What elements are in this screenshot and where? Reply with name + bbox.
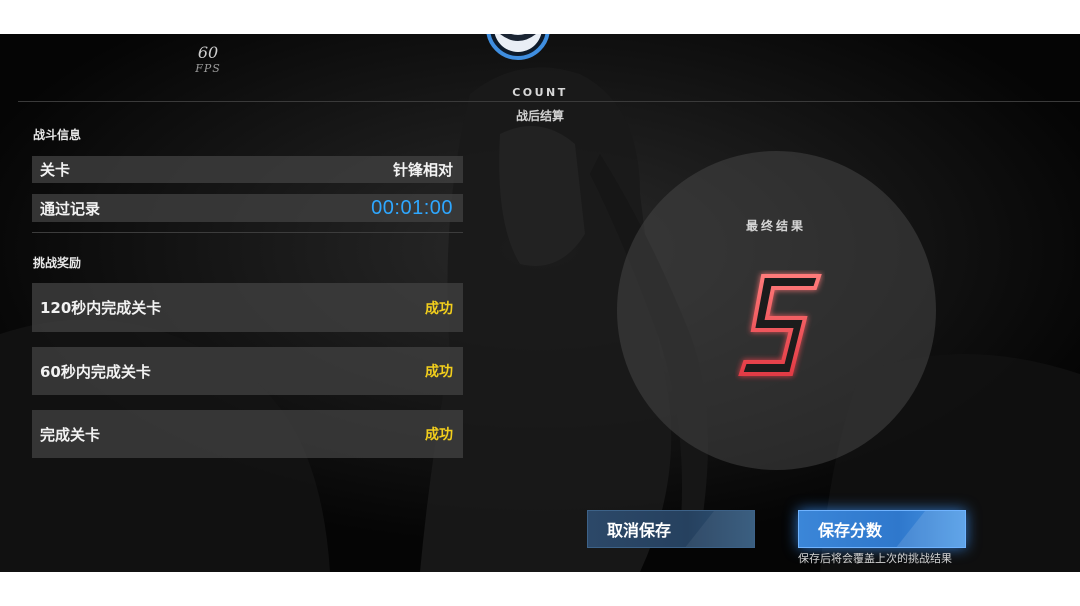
fps-value: 60 (197, 43, 219, 62)
challenge-label: 完成关卡 (40, 425, 101, 444)
fps-counter: 60 FPS (188, 43, 228, 75)
challenge-row: 60秒内完成关卡 成功 (32, 347, 463, 395)
save-note: 保存后将会覆盖上次的挑战结果 (798, 552, 952, 565)
clear-time-row: 通过记录 00:01:00 (32, 194, 463, 222)
score-digit (738, 274, 822, 376)
stage-label: 关卡 (40, 161, 71, 179)
button-decoration (896, 511, 965, 547)
emblem-icon (486, 34, 550, 60)
button-decoration (685, 511, 754, 547)
cancel-save-button[interactable]: 取消保存 (587, 510, 755, 548)
challenge-row: 完成关卡 成功 (32, 410, 463, 458)
challenge-row: 120秒内完成关卡 成功 (32, 283, 463, 332)
clear-time-label: 通过记录 (40, 199, 101, 218)
save-score-label: 保存分数 (818, 521, 883, 540)
challenge-status: 成功 (425, 300, 453, 317)
stage-value: 针锋相对 (392, 161, 453, 179)
header-divider (18, 101, 1080, 102)
challenge-label: 60秒内完成关卡 (40, 362, 151, 381)
challenge-label: 120秒内完成关卡 (40, 299, 162, 317)
stage-row: 关卡 针锋相对 (32, 156, 463, 183)
challenge-rewards-heading: 挑战奖励 (33, 256, 82, 270)
cancel-save-label: 取消保存 (607, 521, 672, 540)
clear-time-value: 00:01:00 (371, 196, 453, 219)
save-score-button[interactable]: 保存分数 (798, 510, 966, 548)
section-divider (32, 232, 463, 233)
final-result-label: 最终结果 (745, 219, 806, 233)
challenge-status: 成功 (425, 427, 453, 443)
battle-info-heading: 战斗信息 (33, 128, 82, 142)
challenge-status: 成功 (425, 364, 453, 380)
screen-subtitle: 战后结算 (515, 109, 564, 123)
fps-unit: FPS (195, 62, 221, 75)
result-screen: 60 FPS COUNT 战后结算 战斗信息 关卡 针锋相对 通过记录 00:0… (0, 34, 1080, 572)
screen-title: COUNT (512, 86, 568, 99)
